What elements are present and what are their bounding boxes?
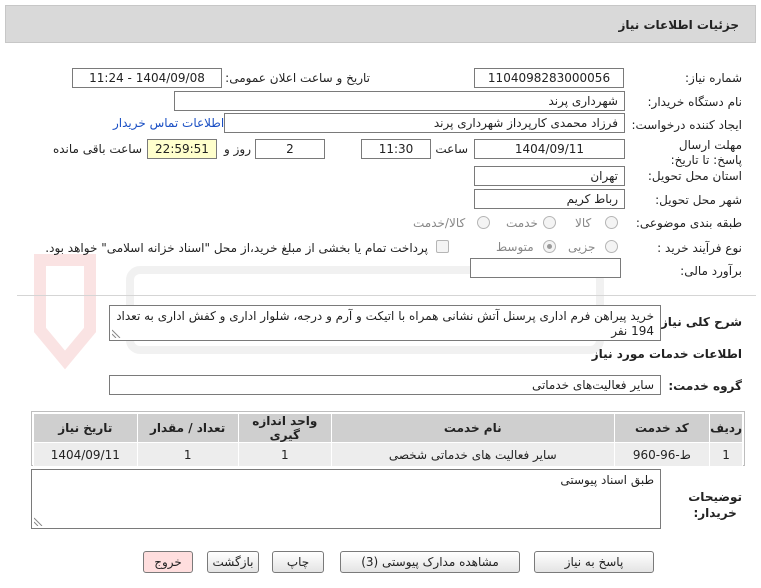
col-row-number: ردیف [709, 413, 743, 443]
service-group-label: گروه خدمت: [668, 379, 742, 393]
deadline-time-label: ساعت [435, 142, 468, 156]
announce-date-label: تاریخ و ساعت اعلان عمومی: [225, 71, 370, 85]
process-type-label: نوع فرآیند خرید : [657, 241, 742, 255]
creator-field[interactable]: فرزاد محمدی کارپرداز شهرداری پرند [224, 113, 625, 133]
announce-date-field[interactable]: 1404/09/08 - 11:24 [72, 68, 222, 88]
category-goods-label: کالا [575, 216, 592, 230]
process-medium-radio[interactable] [543, 240, 556, 253]
col-service-name: نام خدمت [330, 413, 615, 443]
deadline-label: مهلت ارسال پاسخ: تا تاریخ: [670, 138, 742, 167]
buyer-contact-link[interactable]: اطلاعات تماس خریدار [113, 116, 224, 130]
buyer-notes-text: طبق اسناد پیوستی [560, 473, 654, 487]
category-service-label: خدمت [506, 216, 538, 230]
print-button[interactable]: چاپ [272, 551, 324, 573]
back-button[interactable]: بازگشت [207, 551, 259, 573]
table-header-row: ردیف کد خدمت نام خدمت واحد اندازه گیری ت… [33, 413, 743, 443]
city-label: شهر محل تحویل: [655, 193, 742, 207]
cell-row-number: 1 [709, 442, 743, 467]
category-goods-service-radio[interactable] [477, 216, 490, 229]
buyer-notes-label-line2: خریدار: [693, 506, 737, 520]
treasury-payment-checkbox[interactable] [436, 240, 449, 253]
description-textarea[interactable]: خرید پیراهن فرم اداری پرسنل آتش نشانی هم… [109, 305, 661, 341]
days-label: روز و [224, 142, 251, 156]
table-row[interactable]: 1 ط-96-960 سایر فعالیت های خدماتی شخصی 1… [33, 442, 743, 467]
cell-need-date: 1404/09/11 [33, 442, 138, 467]
process-medium-label: متوسط [496, 240, 534, 254]
need-number-label: شماره نیاز: [685, 71, 742, 85]
buyer-notes-label: توضیحات خریدار: [688, 489, 742, 521]
view-attachments-button[interactable]: مشاهده مدارک پیوستی (3) [340, 551, 520, 573]
buyer-org-label: نام دستگاه خریدار: [647, 95, 743, 109]
creator-label: ایجاد کننده درخواست: [631, 118, 742, 132]
page-header: جزئیات اطلاعات نیاز [5, 5, 756, 43]
col-need-date: تاریخ نیاز [33, 413, 138, 443]
cell-service-name: سایر فعالیت های خدماتی شخصی [330, 442, 615, 467]
page-title: جزئیات اطلاعات نیاز [618, 18, 739, 32]
process-minor-label: جزیی [568, 240, 596, 254]
province-label: استان محل تحویل: [647, 169, 742, 183]
col-service-code: کد خدمت [613, 413, 711, 443]
col-unit: واحد اندازه گیری [237, 413, 332, 443]
buyer-org-field[interactable]: شهرداری پرند [174, 91, 625, 111]
reply-to-need-button[interactable]: پاسخ به نیاز [534, 551, 654, 573]
description-label: شرح کلی نیاز: [656, 315, 742, 329]
process-minor-radio[interactable] [605, 240, 618, 253]
col-quantity: تعداد / مقدار [136, 413, 239, 443]
service-group-field[interactable]: سایر فعالیت‌های خدماتی [109, 375, 661, 395]
category-label: طبقه بندی موضوعی: [635, 216, 742, 230]
category-goods-service-label: کالا/خدمت [413, 216, 466, 230]
cell-unit: 1 [237, 442, 332, 467]
resize-grip-icon[interactable] [34, 517, 43, 526]
buyer-notes-label-line1: توضیحات [688, 490, 742, 504]
section-divider [17, 295, 756, 296]
deadline-date-field[interactable]: 1404/09/11 [474, 139, 625, 159]
remaining-days-field[interactable]: 2 [255, 139, 325, 159]
services-table: ردیف کد خدمت نام خدمت واحد اندازه گیری ت… [33, 413, 743, 467]
category-service-radio[interactable] [543, 216, 556, 229]
treasury-payment-note: پرداخت تمام یا بخشی از مبلغ خرید،از محل … [45, 241, 428, 255]
category-goods-radio[interactable] [605, 216, 618, 229]
remaining-time-label: ساعت باقی مانده [52, 142, 142, 156]
deadline-time-field[interactable]: 11:30 [361, 139, 431, 159]
estimate-field[interactable] [470, 258, 621, 278]
city-field[interactable]: رباط کریم [474, 189, 625, 209]
need-number-field[interactable]: 1104098283000056 [474, 68, 624, 88]
cell-service-code: ط-96-960 [613, 442, 711, 467]
description-text: خرید پیراهن فرم اداری پرسنل آتش نشانی هم… [116, 309, 654, 338]
estimate-label: برآورد مالی: [680, 264, 742, 278]
remaining-time-field[interactable]: 22:59:51 [147, 139, 217, 159]
buyer-notes-textarea[interactable]: طبق اسناد پیوستی [31, 469, 661, 529]
services-section-title: اطلاعات خدمات مورد نیاز [591, 347, 742, 361]
province-field[interactable]: تهران [474, 166, 625, 186]
resize-grip-icon[interactable] [112, 329, 121, 338]
exit-button[interactable]: خروج [143, 551, 193, 573]
cell-quantity: 1 [136, 442, 239, 467]
